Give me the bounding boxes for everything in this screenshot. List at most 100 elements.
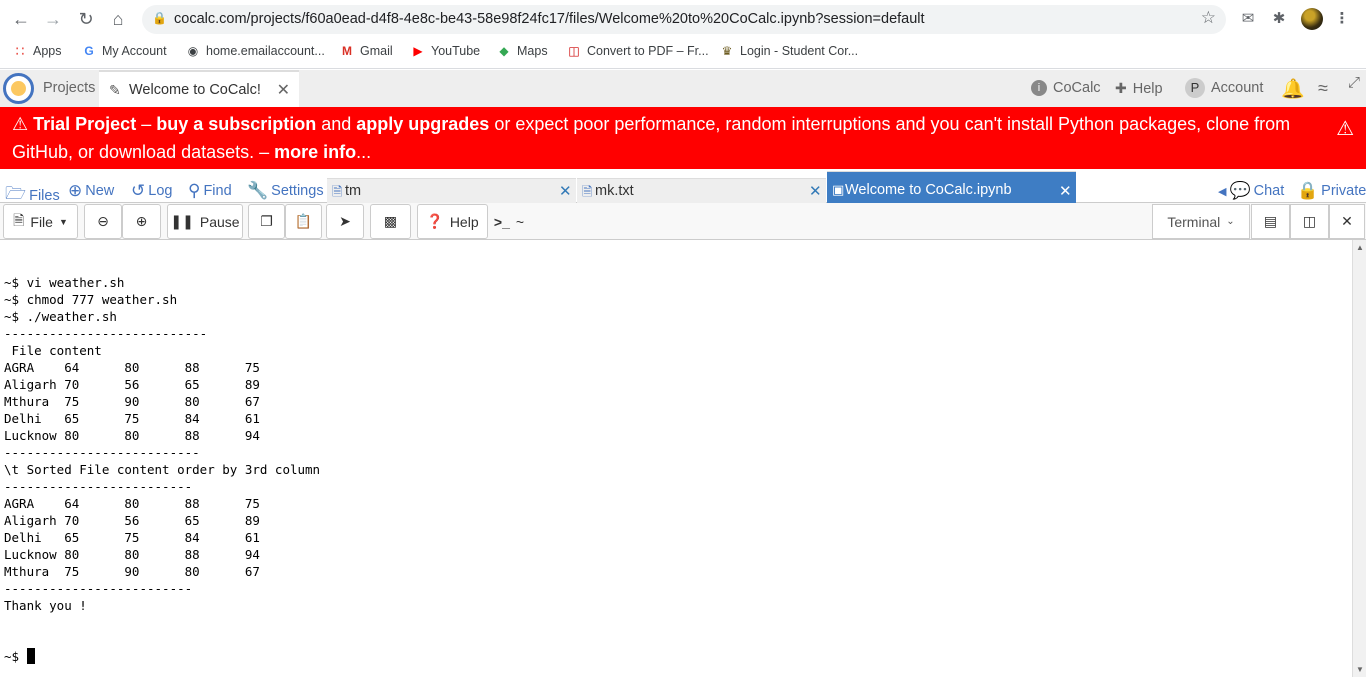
file-menu-button[interactable]: 🗎 File ▼ [3,204,78,239]
file-tab-mk-txt[interactable]: 🗎 mk.txt ✕ [577,178,826,203]
terminal-line: Delhi 65 75 84 61 [4,411,260,426]
wifi-icon: ≈ [1318,78,1328,98]
terminal-line: -------------------------- [4,445,200,460]
buy-subscription-link[interactable]: buy a subscription [156,114,316,134]
chat-icon: 💬 [1229,181,1251,200]
browser-address-row: ← → ↻ ⌂ 🔒 cocalc.com/projects/f60a0ead-d… [0,0,1366,38]
private-button[interactable]: 🔒 Private [1297,181,1366,201]
bookmark-youtube[interactable]: ▶ YouTube [411,44,480,58]
help-link[interactable]: ✚ Help [1115,80,1163,97]
terminal-line: \t Sorted File content order by 3rd colu… [4,462,321,477]
account-label: Account [1211,80,1264,96]
browser-menu-icon[interactable]: ⋮ [1332,9,1352,29]
scroll-up-icon[interactable]: ▲ [1356,243,1364,252]
close-icon[interactable]: ✕ [277,80,290,100]
file-tab-tm[interactable]: 🗎 tm ✕ [327,178,576,203]
file-tab-label: tm [345,183,362,199]
find-button[interactable]: ⚲ Find [188,181,232,201]
scroll-down-icon[interactable]: ▼ [1356,665,1364,674]
banner-text: ... [356,142,372,162]
pdf-icon: ◫ [568,44,580,58]
cocalc-link[interactable]: i CoCalc [1031,80,1101,96]
terminal-scrollbar[interactable]: ▲ ▼ [1352,240,1366,677]
bookmark-convert-pdf[interactable]: ◫ Convert to PDF – Fr... [567,44,708,58]
editor-toolbar: 🗎 File ▼ ⊖ ⊕ ❚❚ Pause ❐ 📋 ➤ ▩ ❓ Help >_ ~ Ter… [0,203,1366,240]
paste-button[interactable]: 📋 [285,204,322,239]
file-tab-welcome-ipynb[interactable]: ▣ Welcome to CoCalc.ipynb ✕ [827,171,1076,203]
reload-icon[interactable]: ↻ [74,7,98,31]
pause-label: Pause [199,213,240,230]
fullscreen-icon[interactable]: ⤢ [1348,74,1360,91]
bookmark-star-icon[interactable]: ☆ [1201,8,1216,28]
zoom-in-button[interactable]: ⊕ [122,204,161,239]
terminal-output[interactable]: ~$ vi weather.sh ~$ chmod 777 weather.sh ~… [0,240,1352,677]
project-tab-label: Welcome to CoCalc! [129,82,261,98]
close-icon[interactable]: ✕ [559,182,572,200]
copy-button[interactable]: ❐ [248,204,285,239]
caret-left-icon: ◀ [1218,185,1227,198]
extension-mail-icon[interactable]: ✉ [1238,9,1258,29]
terminal-cursor [26,648,35,664]
chat-button[interactable]: ◀ 💬 Chat [1218,181,1284,201]
exit-button[interactable]: ▩ [370,204,411,239]
home-icon[interactable]: ⌂ [106,7,130,31]
terminal-line: --------------------------- [4,326,208,341]
bell-icon[interactable]: 🔔 [1281,77,1305,101]
terminal-prompt-line[interactable]: ~$ [4,648,1352,665]
split-horizontal-button[interactable]: ▤ [1251,204,1290,239]
google-icon: G [84,44,94,58]
bookmark-student-login[interactable]: ♛ Login - Student Cor... [720,44,859,58]
forward-arrow-icon[interactable]: → [41,7,65,31]
terminal-icon: >_ [493,213,510,230]
file-icon: 🗎 [13,211,25,228]
files-label: Files [29,187,60,204]
project-tab[interactable]: ✎ Welcome to CoCalc! ✕ [99,70,299,107]
profile-avatar[interactable] [1301,8,1323,30]
bookmark-label: home.emailaccount... [206,44,325,58]
close-icon[interactable]: ✕ [809,182,822,200]
bookmark-maps[interactable]: ◆ Maps [497,44,547,58]
terminal-line: ~$ vi weather.sh [4,275,125,290]
help-label: Help [1132,80,1163,97]
plus-circle-icon: ⊕ [68,181,83,200]
terminal-line: Lucknow 80 80 88 94 [4,547,260,562]
close-frame-button[interactable]: ✕ [1329,204,1365,239]
account-link[interactable]: P Account [1185,78,1263,98]
log-button[interactable]: ↺ Log [131,181,172,201]
extensions-puzzle-icon[interactable]: ✱ [1269,9,1289,29]
new-label: New [85,183,115,199]
trial-banner: ⚠ Trial Project – buy a subscription and… [0,107,1366,169]
kick-button[interactable]: ➤ [326,204,364,239]
more-info-link[interactable]: more info [274,142,356,162]
new-button[interactable]: ⊕ New [68,181,114,201]
bookmark-home-email[interactable]: ◉ home.emailaccount... [186,44,325,58]
notebook-icon: ▣ [832,182,845,197]
close-icon[interactable]: ✕ [1059,182,1072,200]
bookmark-my-account[interactable]: G My Account [82,44,166,58]
frame-type-selector[interactable]: Terminal ⌄ [1152,204,1250,239]
projects-link[interactable]: Projects [43,80,95,96]
bookmark-label: Login - Student Cor... [740,44,859,58]
back-arrow-icon[interactable]: ← [9,7,33,31]
file-icon: 🗎 [332,184,343,199]
log-label: Log [148,183,173,199]
cocalc-logo-icon[interactable] [3,73,34,104]
bookmark-gmail[interactable]: M Gmail [340,44,393,58]
terminal-line: Aligarh 70 56 65 89 [4,513,260,528]
bookmarks-bar: ∷ Apps G My Account ◉ home.emailaccount.… [0,38,1366,69]
apply-upgrades-link[interactable]: apply upgrades [356,114,489,134]
address-bar[interactable]: 🔒 cocalc.com/projects/f60a0ead-d4f8-4e8c… [142,5,1226,34]
split-vertical-button[interactable]: ◫ [1290,204,1329,239]
apps-grid-icon: ∷ [15,43,25,59]
clipboard-icon: 📋 [294,213,313,229]
terminal-line: Mthura 75 90 80 67 [4,564,260,579]
settings-label: Settings [271,183,324,199]
terminal-line: AGRA 64 80 88 75 [4,360,260,375]
help-button[interactable]: ❓ Help [417,204,488,239]
url-text[interactable]: cocalc.com/projects/f60a0ead-d4f8-4e8c-b… [174,11,925,27]
pause-button[interactable]: ❚❚ Pause [167,204,243,239]
zoom-out-button[interactable]: ⊖ [84,204,122,239]
terminal-title-label: ~ [515,213,525,230]
settings-button[interactable]: 🔧 Settings [247,181,324,201]
bookmark-apps[interactable]: ∷ Apps [13,44,62,58]
